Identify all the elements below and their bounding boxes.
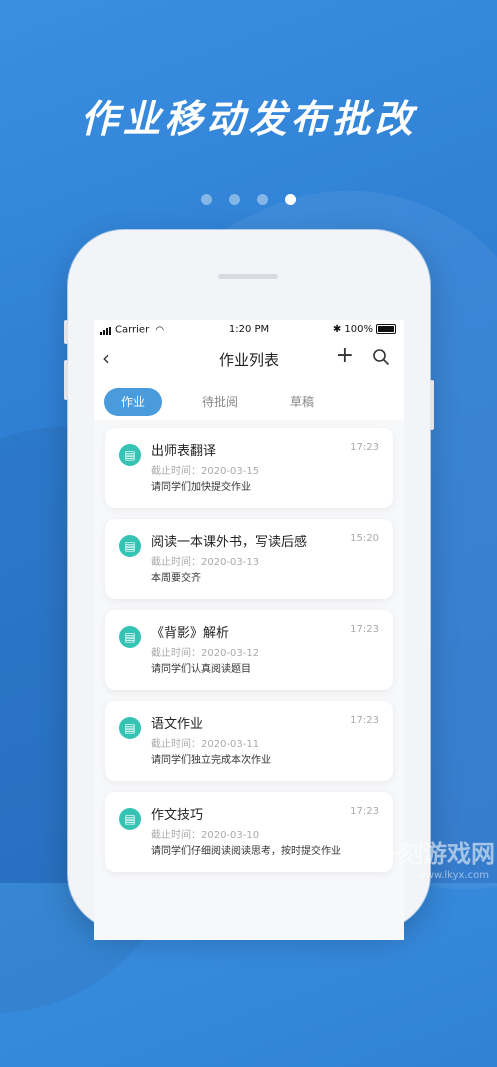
watermark-url: www.lkyx.com [417,870,489,881]
pager-dot[interactable] [200,194,212,205]
watermark-logo: 一刻游戏网 [375,840,495,868]
item-desc: 请同学们认真阅读题目 [151,664,251,675]
list-item[interactable]: ▤ 阅读一本课外书，写读后感 15:20 截止时间：2020-03-13 本周要… [105,519,393,599]
pager-dots [0,190,497,209]
list-item[interactable]: ▤ 出师表翻译 17:23 截止时间：2020-03-15 请同学们加快提交作业 [105,428,393,508]
item-title: 阅读一本课外书，写读后感 [151,535,308,550]
nav-bar: ‹ 作业列表 + [94,340,404,376]
item-time: 17:23 [350,442,379,453]
item-time: 17:23 [350,624,379,635]
clipboard-icon: ▤ [119,626,141,648]
item-title: 《背影》解析 [151,626,230,641]
clipboard-icon: ▤ [119,717,141,739]
bluetooth-icon: ✱ [332,324,342,335]
item-desc: 本周要交齐 [151,573,201,584]
item-desc: 请同学们仔细阅读阅读思考，按时提交作业 [151,846,341,857]
clipboard-icon: ▤ [119,444,141,466]
page-headline: 作业移动发布批改 [80,97,417,141]
list-item[interactable]: ▤ 作文技巧 17:23 截止时间：2020-03-10 请同学们仔细阅读阅读思… [105,792,393,872]
item-desc: 请同学们加快提交作业 [151,482,251,493]
item-time: 15:20 [350,533,379,544]
item-title: 语文作业 [151,717,204,732]
list-item[interactable]: ▤ 《背影》解析 17:23 截止时间：2020-03-12 请同学们认真阅读题… [105,610,393,690]
item-deadline: 截止时间：2020-03-11 [151,739,260,750]
phone-frame: Carrier ◠ 1:20 PM ✱ 100% ‹ 作业列表 + 作业 待批阅… [64,230,434,940]
item-title: 出师表翻译 [151,444,217,459]
tab-bar: 作业 待批阅 草稿 [94,380,404,424]
status-bar: Carrier ◠ 1:20 PM ✱ 100% [94,320,404,340]
battery-icon [376,324,396,334]
search-icon[interactable] [372,348,390,366]
plus-icon[interactable]: + [336,343,354,368]
item-time: 17:23 [350,715,379,726]
item-deadline: 截止时间：2020-03-12 [151,648,260,659]
item-deadline: 截止时间：2020-03-15 [151,466,260,477]
item-time: 17:23 [350,806,379,817]
phone-side-button [64,320,68,344]
phone-screen: Carrier ◠ 1:20 PM ✱ 100% ‹ 作业列表 + 作业 待批阅… [94,320,404,940]
item-deadline: 截止时间：2020-03-13 [151,557,260,568]
item-desc: 请同学们独立完成本次作业 [151,755,271,766]
clipboard-icon: ▤ [119,808,141,830]
page-title: 作业列表 [218,351,279,369]
item-title: 作文技巧 [151,808,204,823]
tab-homework[interactable]: 作业 [104,388,162,416]
item-deadline: 截止时间：2020-03-10 [151,830,260,841]
phone-speaker [218,274,278,279]
clipboard-icon: ▤ [119,535,141,557]
pager-dot-active[interactable] [285,194,297,205]
phone-side-button [430,380,434,430]
pager-dot[interactable] [257,194,269,205]
tab-drafts[interactable]: 草稿 [274,388,330,416]
tab-pending-review[interactable]: 待批阅 [192,388,248,416]
phone-side-button [64,360,68,400]
pager-dot[interactable] [228,194,240,205]
battery-percent: 100% [344,324,373,335]
list-item[interactable]: ▤ 语文作业 17:23 截止时间：2020-03-11 请同学们独立完成本次作… [105,701,393,781]
